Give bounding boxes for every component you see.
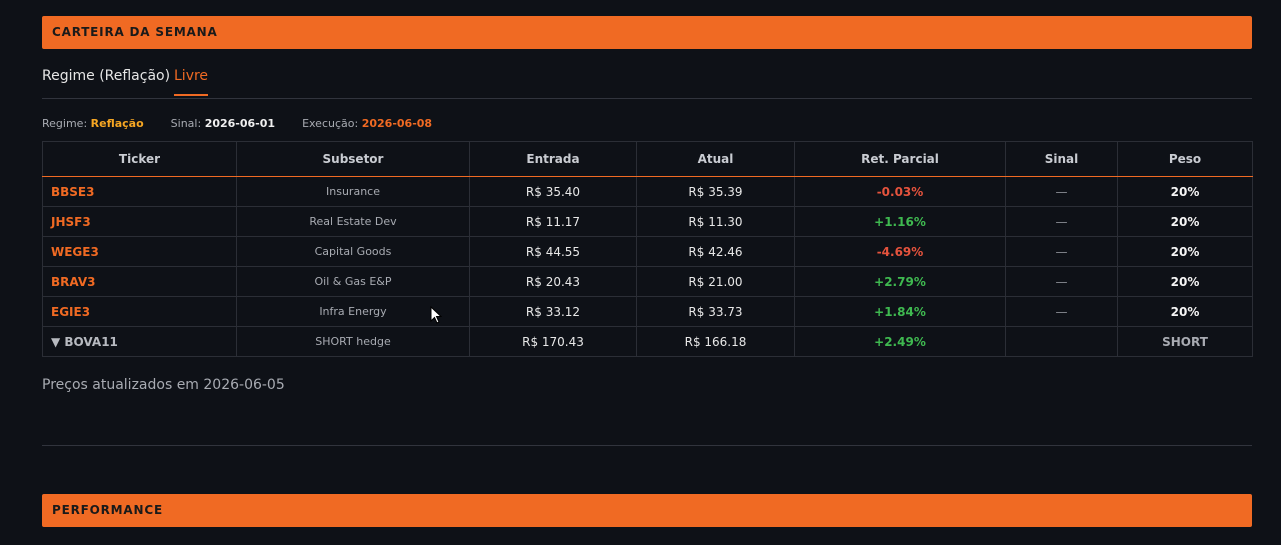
ret-cell: -4.69%: [794, 236, 1006, 267]
subsetor-cell: Insurance: [236, 176, 470, 207]
atual-cell: R$ 11.30: [636, 206, 795, 237]
ret-cell: +2.49%: [794, 326, 1006, 357]
portfolio-table: Ticker Subsetor Entrada Atual Ret. Parci…: [42, 141, 1253, 357]
peso-cell: 20%: [1117, 236, 1253, 267]
entrada-cell: R$ 33.12: [469, 296, 637, 327]
regime-label: Regime:: [42, 117, 88, 130]
header-entrada[interactable]: Entrada: [469, 141, 637, 177]
header-peso[interactable]: Peso: [1117, 141, 1253, 177]
atual-cell: R$ 21.00: [636, 266, 795, 297]
section-header-performance: PERFORMANCE: [42, 494, 1252, 527]
subsetor-cell: SHORT hedge: [236, 326, 470, 357]
tab-regime[interactable]: Regime (Reflação): [42, 68, 170, 94]
table-row-hedge: ▼ BOVA11 SHORT hedge R$ 170.43 R$ 166.18…: [42, 326, 1253, 357]
sinal-cell: —: [1005, 206, 1118, 237]
sinal-cell: [1005, 326, 1118, 357]
ret-cell: +1.84%: [794, 296, 1006, 327]
entrada-cell: R$ 44.55: [469, 236, 637, 267]
header-subsetor[interactable]: Subsetor: [236, 141, 470, 177]
execucao-value: 2026-06-08: [361, 117, 433, 130]
mouse-cursor-icon: [430, 306, 442, 324]
ticker-cell[interactable]: EGIE3: [42, 296, 237, 327]
table-row: WEGE3 Capital Goods R$ 44.55 R$ 42.46 -4…: [42, 236, 1253, 267]
table-header-row: Ticker Subsetor Entrada Atual Ret. Parci…: [42, 141, 1253, 177]
execucao-label: Execução:: [302, 117, 359, 130]
sinal-cell: —: [1005, 236, 1118, 267]
entrada-cell: R$ 170.43: [469, 326, 637, 357]
ret-cell: +2.79%: [794, 266, 1006, 297]
peso-cell: SHORT: [1117, 326, 1253, 357]
table-row: JHSF3 Real Estate Dev R$ 11.17 R$ 11.30 …: [42, 206, 1253, 237]
table-row: EGIE3 Infra Energy R$ 33.12 R$ 33.73 +1.…: [42, 296, 1253, 327]
atual-cell: R$ 166.18: [636, 326, 795, 357]
header-atual[interactable]: Atual: [636, 141, 795, 177]
atual-cell: R$ 42.46: [636, 236, 795, 267]
ticker-cell[interactable]: WEGE3: [42, 236, 237, 267]
ticker-cell[interactable]: BBSE3: [42, 176, 237, 207]
entrada-cell: R$ 11.17: [469, 206, 637, 237]
sinal-label: Sinal:: [170, 117, 202, 130]
peso-cell: 20%: [1117, 206, 1253, 237]
ticker-cell[interactable]: JHSF3: [42, 206, 237, 237]
ticker-cell[interactable]: ▼ BOVA11: [42, 326, 237, 357]
ret-cell: +1.16%: [794, 206, 1006, 237]
peso-cell: 20%: [1117, 266, 1253, 297]
sinal-cell: —: [1005, 266, 1118, 297]
sinal-value: 2026-06-01: [204, 117, 276, 130]
peso-cell: 20%: [1117, 296, 1253, 327]
section-header-carteira: CARTEIRA DA SEMANA: [42, 16, 1252, 49]
prices-updated-note: Preços atualizados em 2026-06-05: [42, 377, 285, 393]
entrada-cell: R$ 35.40: [469, 176, 637, 207]
sinal-cell: —: [1005, 296, 1118, 327]
header-sinal[interactable]: Sinal: [1005, 141, 1118, 177]
subsetor-cell: Oil & Gas E&P: [236, 266, 470, 297]
atual-cell: R$ 33.73: [636, 296, 795, 327]
peso-cell: 20%: [1117, 176, 1253, 207]
ret-cell: -0.03%: [794, 176, 1006, 207]
subsetor-cell: Capital Goods: [236, 236, 470, 267]
sinal-cell: —: [1005, 176, 1118, 207]
table-row: BRAV3 Oil & Gas E&P R$ 20.43 R$ 21.00 +2…: [42, 266, 1253, 297]
tab-bar: Regime (Reflação) Livre: [42, 60, 1252, 99]
ticker-cell[interactable]: BRAV3: [42, 266, 237, 297]
tab-livre[interactable]: Livre: [174, 68, 209, 96]
entrada-cell: R$ 20.43: [469, 266, 637, 297]
table-row: BBSE3 Insurance R$ 35.40 R$ 35.39 -0.03%…: [42, 176, 1253, 207]
subsetor-cell: Real Estate Dev: [236, 206, 470, 237]
header-ret-parcial[interactable]: Ret. Parcial: [794, 141, 1006, 177]
header-ticker[interactable]: Ticker: [42, 141, 237, 177]
atual-cell: R$ 35.39: [636, 176, 795, 207]
regime-value: Reflação: [90, 117, 144, 130]
section-divider: [42, 445, 1252, 446]
portfolio-meta: Regime: Reflação Sinal: 2026-06-01 Execu…: [42, 117, 432, 130]
